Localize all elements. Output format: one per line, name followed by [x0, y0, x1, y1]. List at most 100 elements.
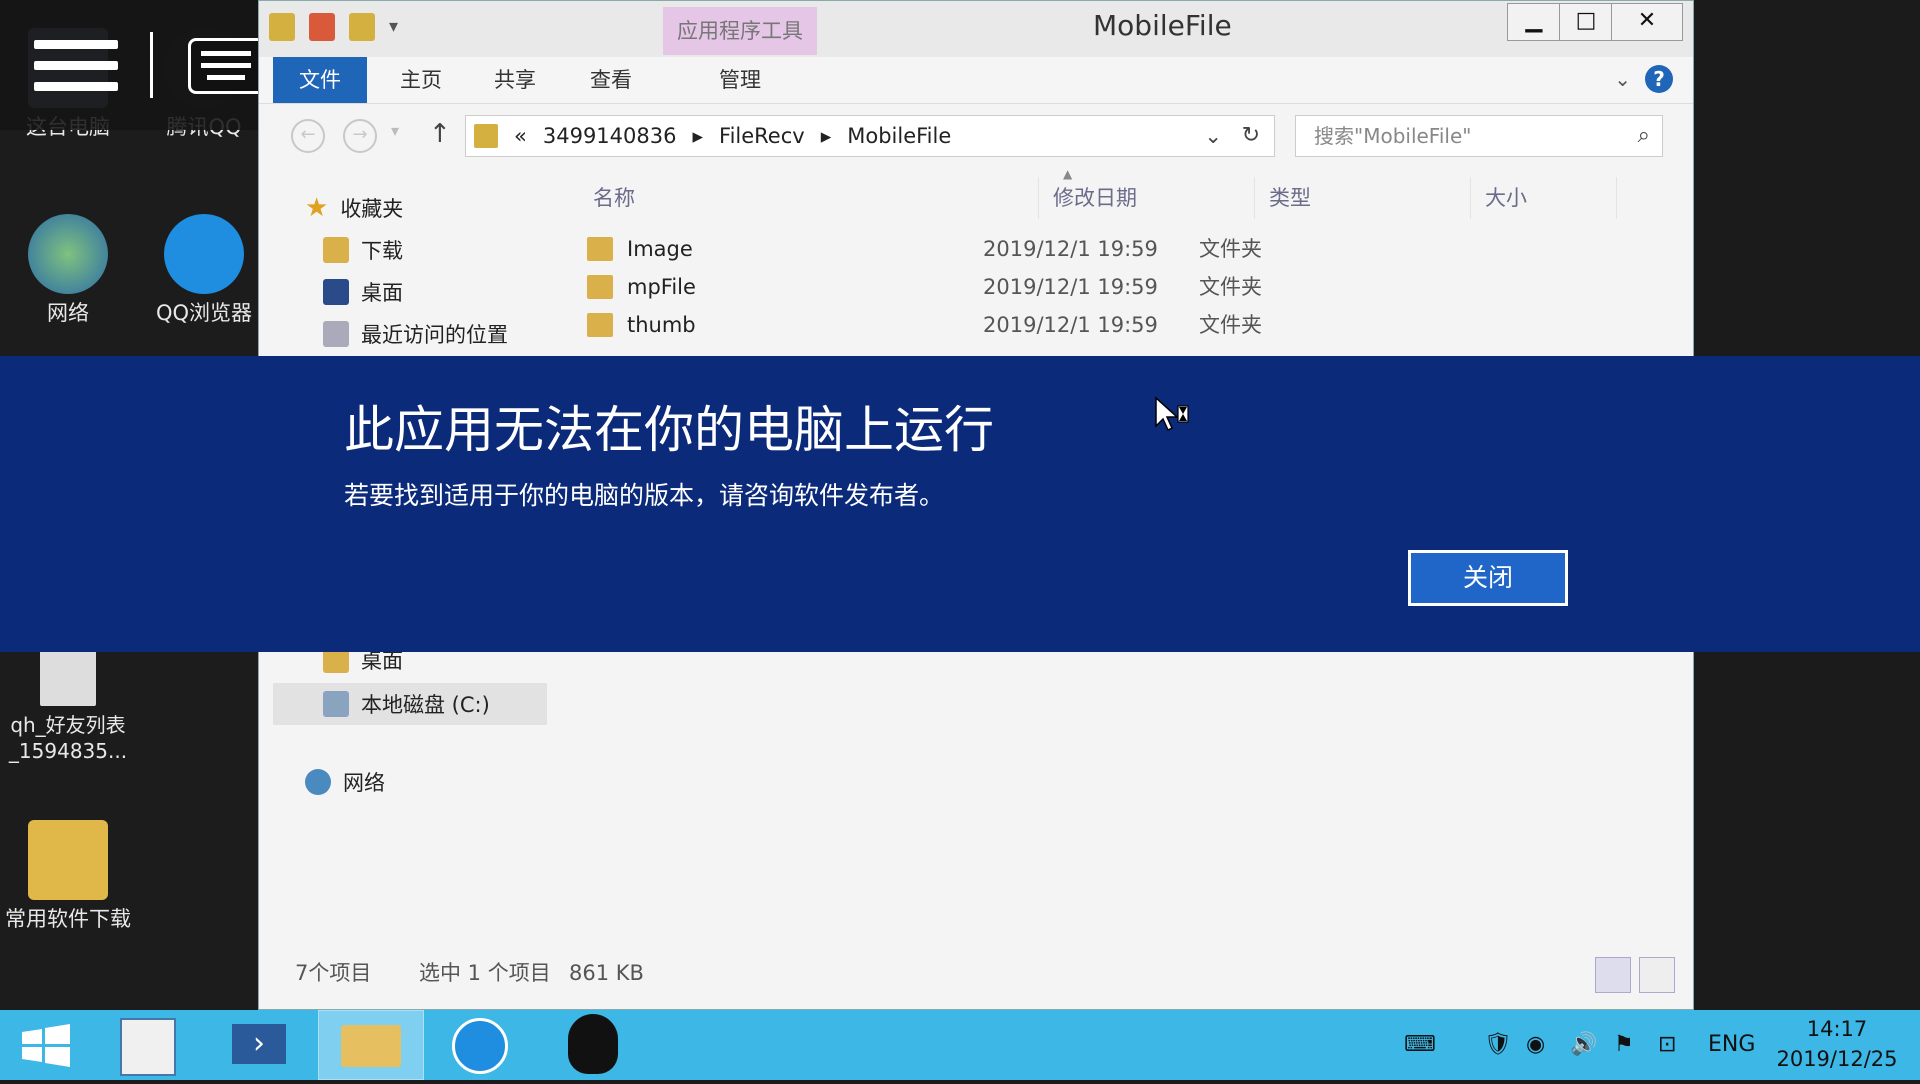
action-center-flag-icon[interactable]: ⚑ [1614, 1010, 1634, 1080]
navigation-bar: ← → ▾ ↑ « 3499140836 ▸ FileRecv ▸ Mobile… [259, 105, 1693, 163]
desktop-icon-friend-list[interactable]: qh_好友列表_1594835... [2, 650, 134, 764]
up-icon[interactable]: ↑ [429, 119, 451, 149]
details-view-icon[interactable] [1595, 957, 1631, 993]
menu-icon[interactable] [34, 40, 118, 92]
nav-recent-places[interactable]: 最近访问的位置 [323, 319, 508, 349]
nav-local-disk-c[interactable]: 本地磁盘 (C:) [273, 683, 547, 725]
error-title: 此应用无法在你的电脑上运行 [344, 401, 994, 459]
address-bar[interactable]: « 3499140836 ▸ FileRecv ▸ MobileFile ⌄ ↻ [465, 115, 1275, 157]
maximize-button[interactable]: □ [1559, 3, 1613, 41]
downloads-folder-icon [323, 237, 349, 263]
table-row[interactable]: Image 2019/12/1 19:59 文件夹 [579, 231, 1579, 267]
touch-keyboard-icon[interactable]: ⌨ [1404, 1010, 1436, 1080]
help-icon[interactable]: ? [1645, 65, 1673, 93]
recent-places-icon [323, 321, 349, 347]
clock-time: 14:17 [1806, 1017, 1868, 1041]
minimize-button[interactable]: ▁ [1507, 3, 1561, 41]
chevron-down-icon[interactable]: ⌄ [1204, 116, 1222, 156]
qq-penguin-icon [568, 1014, 618, 1074]
document-icon [40, 650, 96, 706]
taskbar-qq-browser[interactable] [428, 1010, 534, 1080]
folder-icon [587, 275, 613, 299]
chevron-right-icon[interactable]: ▸ [692, 116, 703, 156]
powershell-icon: › [232, 1024, 286, 1064]
tab-file[interactable]: 文件 [273, 57, 367, 103]
large-icons-view-icon[interactable] [1639, 957, 1675, 993]
close-button[interactable]: 关闭 [1408, 550, 1568, 606]
breadcrumb-item[interactable]: MobileFile [847, 116, 951, 156]
ribbon: 文件 主页 共享 查看 管理 ⌄ ? [259, 57, 1693, 104]
item-count: 7个项目 [295, 961, 372, 985]
remote-control-bar [0, 0, 302, 130]
folder-icon [587, 237, 613, 261]
start-button[interactable] [0, 1010, 106, 1080]
breadcrumb-item[interactable]: 3499140836 [543, 116, 677, 156]
breadcrumb: « 3499140836 ▸ FileRecv ▸ MobileFile [514, 116, 951, 156]
drive-icon [323, 691, 349, 717]
network-tray-icon[interactable]: ⊡ [1658, 1010, 1676, 1080]
qq-browser-icon [164, 214, 244, 294]
server-manager-icon [120, 1018, 176, 1076]
network-icon [305, 769, 331, 795]
column-header-date[interactable]: 修改日期 [1039, 177, 1255, 219]
forward-icon[interactable]: → [343, 119, 377, 153]
tab-view[interactable]: 查看 [571, 57, 651, 103]
title-bar: ▾ 应用程序工具 MobileFile ▁ □ ✕ [259, 1, 1693, 57]
search-input[interactable]: 搜索"MobileFile" ⌕ [1295, 115, 1663, 157]
nav-downloads[interactable]: 下载 [323, 235, 403, 265]
nav-desktop[interactable]: 桌面 [323, 277, 403, 307]
folder-icon [474, 124, 498, 148]
breadcrumb-overflow[interactable]: « [514, 116, 527, 156]
refresh-icon[interactable]: ↻ [1242, 116, 1260, 156]
star-icon: ★ [305, 193, 329, 223]
nav-network[interactable]: 网络 [305, 767, 385, 797]
desktop-icon-network[interactable]: 网络 [2, 214, 134, 326]
properties-icon[interactable] [309, 13, 335, 41]
windows-logo-icon [22, 1024, 70, 1067]
column-header-name[interactable]: 名称 [579, 177, 1039, 219]
new-folder-icon[interactable] [349, 13, 375, 41]
ribbon-expand-icon[interactable]: ⌄ [1614, 67, 1631, 91]
status-bar: 7个项目 选中 1 个项目 861 KB [259, 955, 1693, 993]
folder-icon[interactable] [269, 13, 295, 41]
breadcrumb-item[interactable]: FileRecv [719, 116, 805, 156]
security-shield-icon[interactable]: 🛡 [1484, 1010, 1512, 1080]
selected-count: 选中 1 个项目 [419, 961, 551, 985]
window-title: MobileFile [1093, 9, 1232, 42]
back-icon[interactable]: ← [291, 119, 325, 153]
desktop-folder-icon [323, 279, 349, 305]
taskbar-server-manager[interactable] [106, 1010, 212, 1080]
close-window-button[interactable]: ✕ [1611, 3, 1683, 41]
recent-locations-icon[interactable]: ▾ [391, 121, 399, 140]
table-row[interactable]: thumb 2019/12/1 19:59 文件夹 [579, 307, 1579, 343]
quick-access-toolbar: ▾ [269, 13, 398, 41]
table-row[interactable]: mpFile 2019/12/1 19:59 文件夹 [579, 269, 1579, 305]
column-header-size[interactable]: 大小 [1471, 177, 1617, 219]
clock-date: 2019/12/25 [1776, 1047, 1898, 1071]
clock[interactable]: 14:17 2019/12/25 [1762, 1014, 1912, 1074]
taskbar-qq[interactable] [540, 1010, 646, 1080]
qq-tray-icon[interactable]: ◉ [1526, 1010, 1545, 1080]
search-icon[interactable]: ⌕ [1638, 116, 1650, 156]
tab-home[interactable]: 主页 [381, 57, 461, 103]
app-incompatible-banner: 此应用无法在你的电脑上运行 若要找到适用于你的电脑的版本，请咨询软件发布者。 关… [0, 356, 1920, 652]
selected-size: 861 KB [569, 961, 644, 985]
tab-manage[interactable]: 管理 [663, 57, 817, 103]
taskbar-file-explorer[interactable] [318, 1010, 424, 1080]
desktop-icon-qq-browser[interactable]: QQ浏览器 [138, 214, 270, 326]
volume-icon[interactable]: 🔊 [1570, 1010, 1597, 1080]
chevron-right-icon[interactable]: ▸ [821, 116, 832, 156]
application-tools-tab[interactable]: 应用程序工具 [663, 7, 817, 55]
desktop-icon-software-download[interactable]: 常用软件下载 [2, 820, 134, 932]
tab-share[interactable]: 共享 [475, 57, 555, 103]
file-explorer-icon [341, 1025, 401, 1067]
taskbar: › ⌨ 🛡 ◉ 🔊 ⚑ ⊡ ENG 14:17 2019/12/25 [0, 1010, 1920, 1080]
qq-browser-icon [452, 1018, 508, 1074]
column-header-type[interactable]: 类型 [1255, 177, 1471, 219]
taskbar-powershell[interactable]: › [212, 1010, 318, 1080]
language-indicator[interactable]: ENG [1708, 1010, 1755, 1080]
error-message: 若要找到适用于你的电脑的版本，请咨询软件发布者。 [344, 481, 945, 510]
chevron-down-icon[interactable]: ▾ [389, 13, 398, 41]
nav-favorites[interactable]: ★ 收藏夹 [305, 193, 403, 223]
divider [150, 32, 153, 98]
